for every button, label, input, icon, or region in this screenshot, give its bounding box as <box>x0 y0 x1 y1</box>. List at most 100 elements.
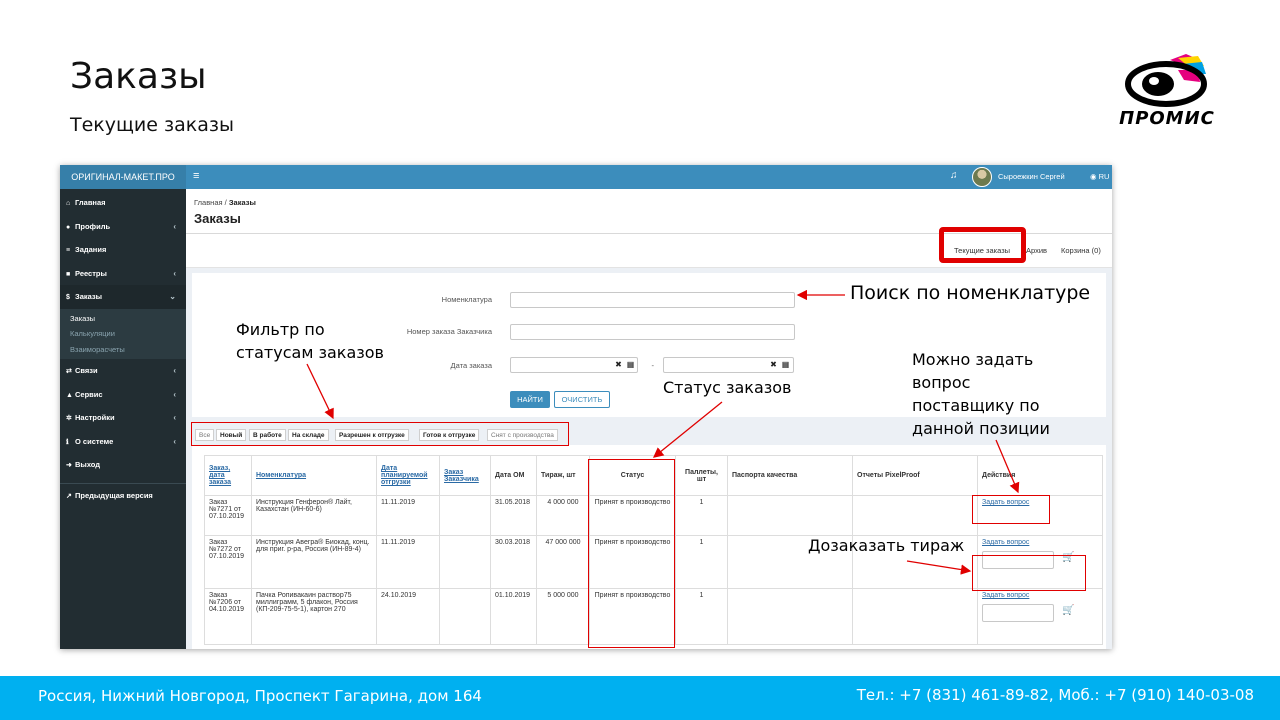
date-range-dash: - <box>651 361 655 370</box>
sidebar-item-label: Настройки <box>75 413 115 422</box>
submenu-item-settlements[interactable]: Взаиморасчеты <box>70 342 186 358</box>
column-header: Действия <box>977 455 1103 496</box>
home-icon: ⌂ <box>66 200 71 207</box>
status-column-highlight <box>588 459 675 648</box>
column-header[interactable]: Номенклатура <box>251 455 377 496</box>
language-switch[interactable]: ◉ RU <box>1090 172 1109 181</box>
promis-logo: ПРОМИС <box>1108 52 1228 132</box>
status-filter-highlight <box>191 422 569 446</box>
sort-link[interactable]: Заказ, дата заказа <box>209 465 231 486</box>
cart-icon[interactable]: 🛒 <box>1062 605 1074 616</box>
quantity-cell: 47 000 000 <box>536 535 590 589</box>
info-icon: ℹ <box>66 438 69 446</box>
sort-link[interactable]: Дата планируемой отгрузки <box>381 465 428 486</box>
sidebar-item-tasks[interactable]: ≡ Задания <box>60 238 186 262</box>
sidebar-item-label: Связи <box>75 366 98 375</box>
chevron-left-icon: ‹ <box>173 221 176 231</box>
sidebar-item-profile[interactable]: ● Профиль ‹ <box>60 215 186 239</box>
annotation-filter-line1: Фильтр по <box>236 320 325 339</box>
sidebar: ОРИГИНАЛ-МАКЕТ.ПРО ⌂ Главная ● Профиль ‹ ≡ З… <box>60 165 186 649</box>
logout-icon: ➜ <box>66 462 72 469</box>
annotation-ask-line4: данной позиции <box>912 419 1050 438</box>
sidebar-item-settings[interactable]: ✲ Настройки ‹ <box>60 406 186 430</box>
column-header[interactable]: Дата планируемой отгрузки <box>376 455 440 496</box>
bell-icon: ▲ <box>66 391 73 399</box>
ship-date-cell: 24.10.2019 <box>376 588 440 645</box>
nomenclature-cell: Пачка Ропивакаин раствор75 миллиграмм, 5… <box>251 588 377 645</box>
tab-archive[interactable]: Архив <box>1026 246 1047 255</box>
order-number-input[interactable] <box>510 324 795 340</box>
om-date-cell: 01.10.2019 <box>490 588 537 645</box>
chevron-left-icon: ‹ <box>173 413 176 422</box>
sidebar-item-orders[interactable]: $ Заказы ⌄ <box>60 285 186 309</box>
ask-question-link[interactable]: Задать вопрос <box>982 539 1029 546</box>
breadcrumb-current: Заказы <box>228 198 256 207</box>
quality-passport-cell <box>727 588 853 645</box>
column-header: Дата ОМ <box>490 455 537 496</box>
annotation-status: Статус заказов <box>663 378 792 397</box>
brand[interactable]: ОРИГИНАЛ-МАКЕТ.ПРО <box>60 165 186 189</box>
annotation-filter-line2: статусам заказов <box>236 343 384 362</box>
gear-icon: ✲ <box>66 415 72 422</box>
sidebar-item-logout[interactable]: ➜ Выход <box>60 453 186 477</box>
sidebar-item-label: Главная <box>75 198 106 207</box>
sort-link[interactable]: Номенклатура <box>256 472 306 479</box>
clear-date-icon[interactable]: ✖ <box>768 358 779 372</box>
slide-subtitle: Текущие заказы <box>70 114 234 136</box>
sidebar-item-label: Предыдущая версия <box>75 490 153 500</box>
user-name[interactable]: Сыроежкин Сергей <box>998 172 1065 181</box>
find-button[interactable]: НАЙТИ <box>510 391 550 408</box>
avatar[interactable] <box>972 167 992 187</box>
nomenclature-cell: Инструкция Авегра® Биокад, конц. для при… <box>251 535 377 589</box>
annotation-ask-line3: поставщику по <box>912 396 1040 415</box>
notification-bell-icon[interactable]: ♫ <box>950 170 958 181</box>
quality-passport-cell <box>727 495 853 536</box>
breadcrumb: Главная / Заказы <box>194 198 256 207</box>
nomenclature-cell: Инструкция Генферон® Лайт, Казахстан (ИН… <box>251 495 377 536</box>
annotation-reorder: Дозаказать тираж <box>808 536 965 555</box>
column-header: Паспорта качества <box>727 455 853 496</box>
footer-phones: Тел.: +7 (831) 461-89-82, Моб.: +7 (910)… <box>856 686 1254 704</box>
column-header[interactable]: Заказ Заказчика <box>439 455 491 496</box>
nomenclature-input[interactable] <box>510 292 795 308</box>
quantity-cell: 4 000 000 <box>536 495 590 536</box>
tab-cart[interactable]: Корзина (0) <box>1061 246 1101 255</box>
reorder-quantity-input[interactable] <box>982 604 1054 622</box>
user-icon: ● <box>66 223 71 231</box>
reorder-highlight <box>972 555 1086 591</box>
chevron-left-icon: ‹ <box>173 389 176 399</box>
quantity-cell: 5 000 000 <box>536 588 590 645</box>
breadcrumb-separator: / <box>224 198 227 207</box>
footer: Россия, Нижний Новгород, Проспект Гагари… <box>0 676 1280 720</box>
client-order-cell <box>439 588 491 645</box>
pallets-cell: 1 <box>675 495 728 536</box>
chevron-left-icon: ‹ <box>173 366 176 375</box>
ask-question-link[interactable]: Задать вопрос <box>982 592 1029 599</box>
sidebar-item-service[interactable]: ▲ Сервис ‹ <box>60 383 186 407</box>
breadcrumb-home[interactable]: Главная <box>194 198 223 207</box>
clear-button[interactable]: ОЧИСТИТЬ <box>554 391 610 408</box>
sidebar-item-label: Выход <box>75 460 101 469</box>
sidebar-item-previous-version[interactable]: ↗ Предыдущая версия <box>60 484 186 508</box>
sidebar-item-about[interactable]: ℹ О системе ‹ <box>60 430 186 454</box>
sidebar-item-label: Реестры <box>75 268 107 278</box>
sort-link[interactable]: Заказ Заказчика <box>444 469 479 483</box>
page-title: Заказы <box>194 211 241 226</box>
ship-date-cell: 11.11.2019 <box>376 495 440 536</box>
sidebar-item-registers[interactable]: ■ Реестры ‹ <box>60 262 186 286</box>
sidebar-item-home[interactable]: ⌂ Главная <box>60 191 186 215</box>
topbar: ≡ ♫ Сыроежкин Сергей ◉ RU <box>186 165 1112 189</box>
sidebar-item-links[interactable]: ⇄ Связи ‹ <box>60 359 186 383</box>
logo-wordmark: ПРОМИС <box>1119 108 1215 129</box>
footer-address: Россия, Нижний Новгород, Проспект Гагари… <box>38 687 482 705</box>
column-header[interactable]: Заказ, дата заказа <box>204 455 252 496</box>
calendar-icon[interactable]: ▦ <box>780 358 791 372</box>
submenu-item-orders[interactable]: Заказы <box>70 311 186 327</box>
hamburger-menu-icon[interactable]: ≡ <box>193 170 199 182</box>
date-to-input[interactable]: ✖ ▦ <box>663 357 794 373</box>
submenu-item-calculations[interactable]: Калькуляции <box>70 326 186 342</box>
sidebar-item-label: Заказы <box>75 292 103 301</box>
annotation-ask-line2: вопрос <box>912 373 971 392</box>
sidebar-item-label: О системе <box>75 436 114 446</box>
exchange-icon: ⇄ <box>66 368 72 375</box>
